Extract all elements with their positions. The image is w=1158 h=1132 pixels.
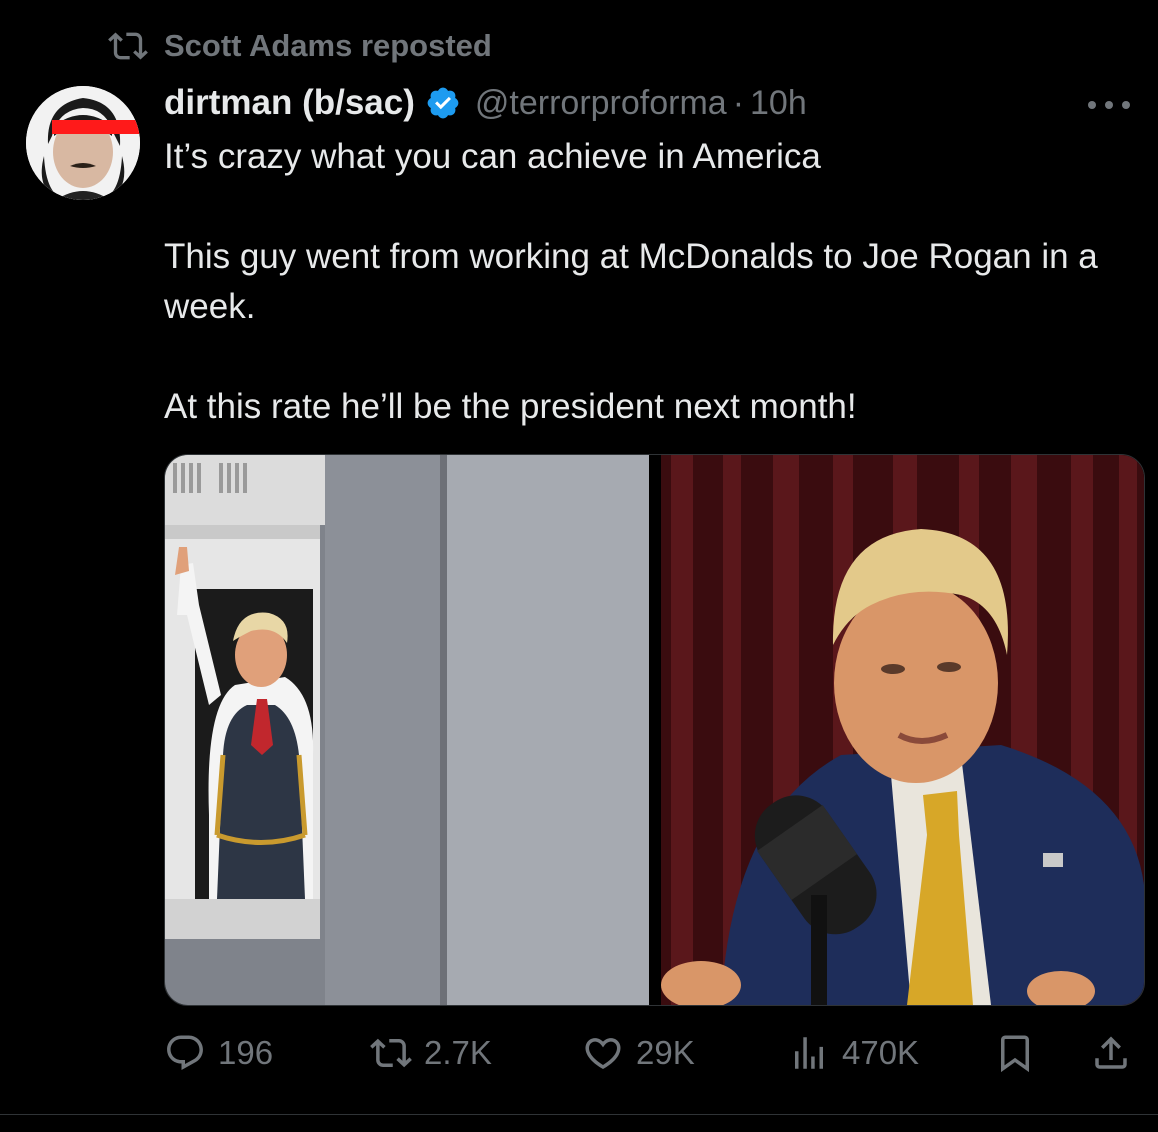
- action-bar: 196 2.7K 29K 470K: [164, 1024, 1144, 1082]
- repost-label: Scott Adams reposted: [164, 28, 492, 63]
- tweet-divider: [0, 1114, 1158, 1115]
- tweet-line-1: It’s crazy what you can achieve in Ameri…: [164, 137, 821, 176]
- tweet-header: dirtman (b/sac) @terrorproforma · 10h: [164, 78, 807, 128]
- bookmark-icon: [1001, 1035, 1029, 1073]
- reply-count: 196: [218, 1034, 274, 1071]
- avatar-image: [26, 86, 140, 200]
- views-button[interactable]: 470K: [788, 1024, 919, 1082]
- photo-gap: [649, 455, 661, 1005]
- share-button[interactable]: [1090, 1024, 1144, 1082]
- avatar[interactable]: [26, 86, 140, 200]
- repost-icon: [108, 32, 148, 60]
- tweet-media: [164, 454, 1145, 1006]
- tweet-line-3: At this rate he’ll be the president next…: [164, 387, 857, 426]
- handle[interactable]: @terrorproforma: [475, 84, 727, 123]
- photo-podcast-microphone: [661, 455, 1144, 1005]
- views-count: 470K: [842, 1034, 920, 1071]
- timestamp[interactable]: 10h: [750, 84, 807, 123]
- more-options-icon[interactable]: [1084, 90, 1134, 120]
- repost-count: 2.7K: [424, 1034, 492, 1071]
- heart-icon: [585, 1038, 621, 1070]
- separator-dot: ·: [732, 83, 745, 122]
- verified-badge-icon: [427, 87, 459, 119]
- like-button[interactable]: 29K: [582, 1024, 695, 1082]
- reply-icon: [167, 1035, 203, 1070]
- censor-bar: [52, 120, 140, 134]
- like-count: 29K: [636, 1034, 695, 1071]
- photo-right[interactable]: [661, 455, 1144, 1005]
- bookmark-button[interactable]: [994, 1024, 1048, 1082]
- display-name[interactable]: dirtman (b/sac): [164, 83, 415, 123]
- tweet-text: It’s crazy what you can achieve in Ameri…: [164, 132, 1124, 432]
- reply-button[interactable]: 196: [164, 1024, 273, 1082]
- tweet-line-2: This guy went from working at McDonalds …: [164, 237, 1098, 326]
- repost-icon: [370, 1038, 412, 1068]
- photo-drive-thru-window: [165, 455, 649, 1005]
- share-icon: [1095, 1036, 1127, 1069]
- repost-button[interactable]: 2.7K: [370, 1024, 492, 1082]
- photo-left[interactable]: [165, 455, 649, 1005]
- views-chart-icon: [795, 1037, 823, 1069]
- repost-indicator[interactable]: Scott Adams reposted: [108, 26, 492, 66]
